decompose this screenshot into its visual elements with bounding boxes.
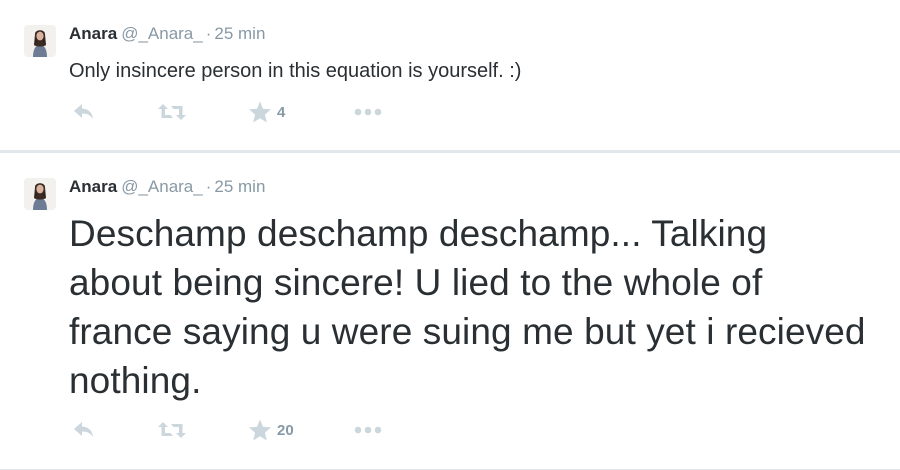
reply-button[interactable] [72,100,96,124]
avatar[interactable] [24,25,56,57]
separator-dot: · [205,24,212,43]
user-handle[interactable]: @_Anara_ [121,177,203,196]
tweet-text: Only insincere person in this equation i… [69,60,522,82]
more-button[interactable] [354,100,384,124]
tweet-header: Anara @_Anara_ · 25 min [69,24,265,44]
tweet-card[interactable]: Anara @_Anara_ · 25 min Only insincere pers… [0,0,900,150]
favorite-count: 20 [277,421,294,439]
tweet-timestamp[interactable]: 25 min [214,177,265,196]
avatar[interactable] [24,178,56,210]
more-dots-icon [354,108,382,116]
reply-button[interactable] [72,418,96,442]
tweet-card[interactable]: Anara @_Anara_ · 25 min Deschamp deschamp d… [0,153,900,469]
tweet-header: Anara @_Anara_ · 25 min [69,177,265,197]
tweet-timestamp[interactable]: 25 min [214,24,265,43]
more-button[interactable] [354,418,384,442]
user-name[interactable]: Anara [69,177,117,196]
tweet-feed: Anara @_Anara_ · 25 min Only insincere pers… [0,0,900,470]
more-dots-icon [354,426,382,434]
retweet-button[interactable] [158,100,186,124]
reply-icon [74,422,93,437]
user-name[interactable]: Anara [69,24,117,43]
retweet-button[interactable] [158,418,186,442]
tweet-text: Deschamp deschamp deschamp... Talking ab… [69,213,866,401]
retweet-icon [158,104,186,120]
favorite-button[interactable]: 20 [248,418,294,442]
avatar-image [24,178,56,210]
separator-dot: · [205,177,212,196]
star-icon [249,101,271,123]
reply-icon [74,104,93,119]
favorite-button[interactable]: 4 [248,100,285,124]
retweet-icon [158,422,186,438]
user-handle[interactable]: @_Anara_ [121,24,203,43]
avatar-image [24,25,56,57]
star-icon [249,419,271,441]
favorite-count: 4 [277,103,286,121]
